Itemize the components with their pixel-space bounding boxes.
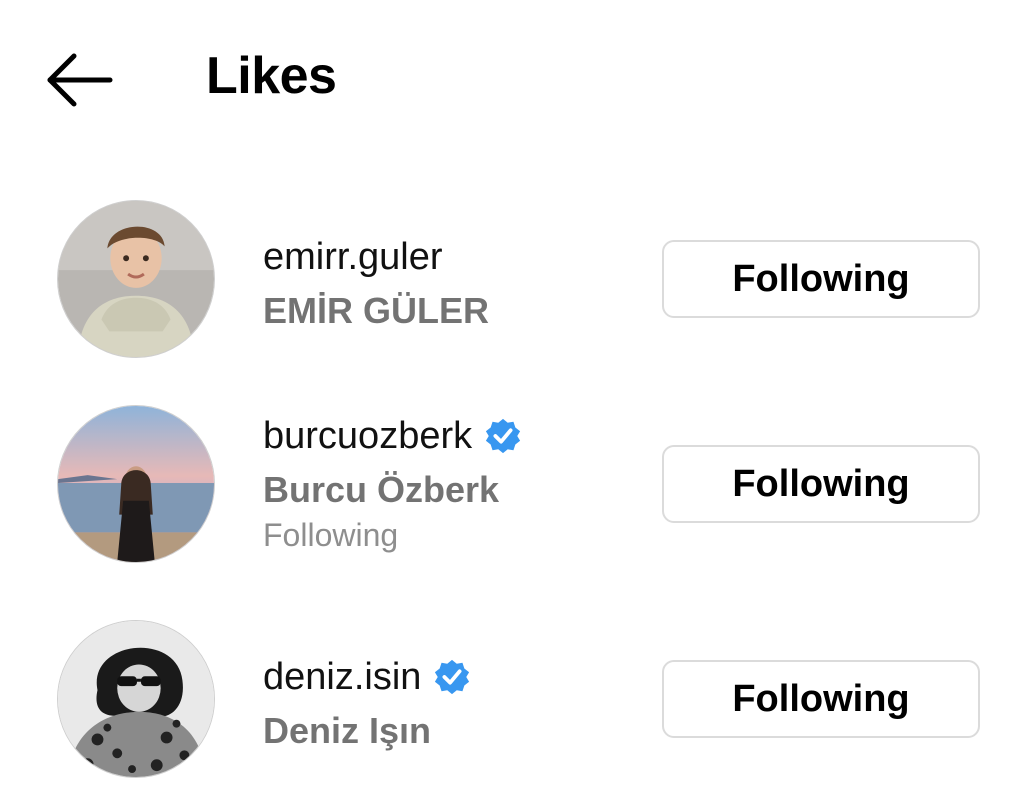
header-bar: Likes: [0, 0, 1027, 160]
full-name: Deniz Işın: [263, 710, 432, 751]
username[interactable]: emirr.guler: [263, 236, 443, 279]
username[interactable]: deniz.isin: [263, 656, 421, 699]
verified-badge-icon: [486, 418, 521, 454]
follow-status-text: Following: [263, 517, 399, 553]
avatar[interactable]: [57, 620, 215, 778]
following-button[interactable]: Following: [662, 240, 980, 318]
following-button[interactable]: Following: [662, 445, 980, 523]
list-item[interactable]: emirr.guler EMİR GÜLER Following: [0, 200, 1027, 380]
username[interactable]: burcuozberk: [263, 415, 472, 458]
avatar[interactable]: [57, 405, 215, 563]
full-name: EMİR GÜLER: [263, 290, 490, 331]
following-button[interactable]: Following: [662, 660, 980, 738]
arrow-left-icon: [47, 53, 113, 107]
verified-badge-icon: [435, 659, 470, 695]
list-item[interactable]: burcuozberk Burcu Özberk Following Follo…: [0, 405, 1027, 585]
full-name: Burcu Özberk: [263, 469, 500, 510]
list-item[interactable]: deniz.isin Deniz Işın Following: [0, 620, 1027, 800]
back-button[interactable]: [44, 50, 116, 110]
avatar[interactable]: [57, 200, 215, 358]
page-title: Likes: [206, 47, 337, 105]
